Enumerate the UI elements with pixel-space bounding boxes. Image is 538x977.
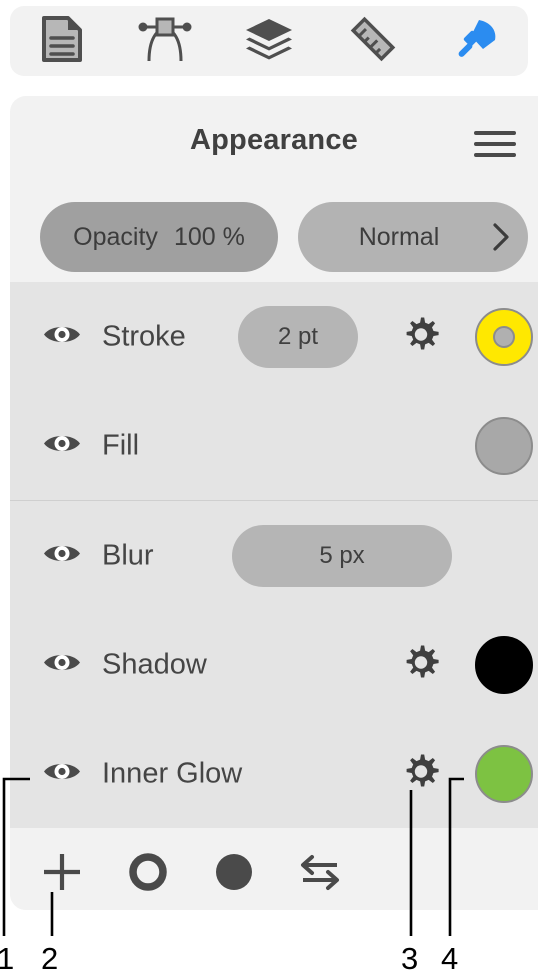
plus-icon — [44, 854, 80, 890]
property-row-blur[interactable]: Blur 5 px — [10, 500, 538, 610]
hamburger-bar — [474, 153, 516, 157]
page-title: Appearance — [189, 124, 358, 156]
tool-document[interactable] — [30, 12, 94, 70]
opacity-control[interactable]: Opacity 100 % — [40, 202, 278, 272]
property-label-fill: Fill — [102, 429, 140, 461]
document-icon — [41, 15, 83, 67]
inner-glow-gear[interactable] — [400, 750, 442, 797]
property-label-blur: Blur — [102, 539, 154, 571]
hamburger-bar — [474, 142, 516, 146]
inner-glow-visibility-eye[interactable] — [42, 758, 82, 789]
property-list: Stroke 2 pt Fill Blur 5 px Shadow Inner … — [10, 282, 538, 828]
appearance-panel: Appearance Opacity 100 % Normal Stroke 2… — [10, 96, 538, 910]
stroke-width-value[interactable]: 2 pt — [238, 305, 358, 368]
property-label-shadow: Shadow — [102, 648, 207, 680]
tool-ruler[interactable] — [341, 12, 405, 70]
node-icon — [137, 15, 193, 68]
appearance-brush-icon — [452, 15, 500, 68]
panel-bottom-bar — [10, 834, 538, 910]
property-row-stroke[interactable]: Stroke 2 pt — [10, 282, 538, 391]
add-effect-button[interactable] — [36, 846, 88, 898]
fill-color-swatch[interactable] — [475, 416, 533, 475]
top-toolbar — [10, 6, 528, 76]
layers-icon — [244, 17, 294, 66]
tool-layers[interactable] — [237, 12, 301, 70]
tool-node[interactable] — [133, 12, 197, 70]
property-label-stroke: Stroke — [102, 320, 186, 352]
stroke-gear[interactable] — [400, 313, 442, 360]
fill-swatch-button[interactable] — [208, 846, 260, 898]
shadow-visibility-eye[interactable] — [42, 649, 82, 680]
ring-icon — [129, 853, 167, 891]
fill-visibility-eye[interactable] — [42, 430, 82, 461]
swap-fill-stroke-button[interactable] — [294, 846, 346, 898]
inner-glow-color-swatch[interactable] — [475, 744, 533, 803]
shadow-color-swatch[interactable] — [475, 635, 533, 694]
blend-row: Opacity 100 % Normal — [10, 192, 538, 282]
panel-header: Appearance — [10, 96, 538, 192]
property-row-inner-glow[interactable]: Inner Glow — [10, 719, 538, 828]
chevron-right-icon — [484, 222, 528, 252]
ruler-icon — [349, 15, 397, 68]
stroke-swatch-button[interactable] — [122, 846, 174, 898]
blur-radius-value[interactable]: 5 px — [232, 524, 452, 587]
property-label-inner-glow: Inner Glow — [102, 757, 243, 789]
opacity-value: 100 % — [173, 222, 245, 251]
filled-circle-icon — [216, 854, 252, 890]
stroke-visibility-eye[interactable] — [42, 321, 82, 352]
swap-arrows-icon — [301, 855, 339, 890]
hamburger-bar — [474, 131, 516, 135]
blur-visibility-eye[interactable] — [42, 540, 82, 571]
property-row-shadow[interactable]: Shadow — [10, 610, 538, 719]
tool-appearance[interactable] — [444, 12, 508, 70]
blend-mode-control[interactable]: Normal — [298, 202, 528, 272]
property-row-fill[interactable]: Fill — [10, 391, 538, 500]
blend-mode-value: Normal — [358, 222, 440, 251]
opacity-label: Opacity — [73, 222, 158, 251]
stroke-color-swatch[interactable] — [475, 307, 533, 366]
hamburger-menu-icon[interactable] — [474, 128, 516, 160]
shadow-gear[interactable] — [400, 641, 442, 688]
